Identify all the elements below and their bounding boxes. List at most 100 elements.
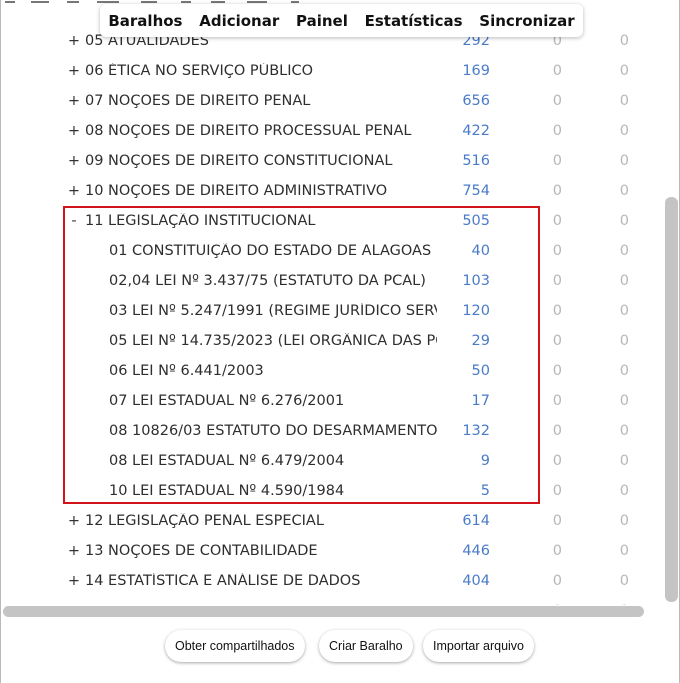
count-learn: 0: [552, 453, 562, 469]
nav-stats[interactable]: Estatísticas: [359, 8, 469, 34]
deck-row[interactable]: + 08 NOÇÕES DE DIREITO PROCESSUAL PENAL …: [1, 117, 666, 147]
deck-browser-window: Baralhos Adicionar Painel Estatísticas S…: [0, 0, 680, 683]
count-due: 0: [619, 513, 629, 529]
count-new[interactable]: 656: [430, 93, 490, 109]
count-new[interactable]: 516: [430, 153, 490, 169]
subdeck-name[interactable]: 03 LEI Nº 5.247/1991 (REGIME JURÍDICO SE…: [109, 303, 437, 319]
count-due: 0: [619, 543, 629, 559]
expand-toggle[interactable]: +: [67, 63, 81, 79]
subdeck-name[interactable]: 02,04 LEI Nº 3.437/75 (ESTATUTO DA PCAL): [109, 273, 437, 289]
subdeck-name[interactable]: 06 LEI Nº 6.441/2003: [109, 363, 437, 379]
count-new[interactable]: 422: [430, 123, 490, 139]
subdeck-row[interactable]: 05 LEI Nº 14.735/2023 (LEI ORGÂNICA DAS …: [1, 327, 666, 357]
count-learn: 0: [552, 423, 562, 439]
subdeck-name[interactable]: 07 LEI ESTADUAL Nº 6.276/2001: [109, 393, 437, 409]
count-new[interactable]: 5: [430, 483, 490, 499]
count-new[interactable]: 17: [430, 393, 490, 409]
count-learn: 0: [552, 63, 562, 79]
subdeck-row[interactable]: 10 LEI ESTADUAL Nº 4.590/1984 5 0 0: [1, 477, 666, 507]
deck-name[interactable]: 09 NOÇÕES DE DIREITO CONSTITUCIONAL: [85, 153, 437, 169]
count-learn: 0: [552, 243, 562, 259]
subdeck-name[interactable]: 10 LEI ESTADUAL Nº 4.590/1984: [109, 483, 437, 499]
subdeck-row[interactable]: 08 LEI ESTADUAL Nº 6.479/2004 9 0 0: [1, 447, 666, 477]
get-shared-button[interactable]: Obter compartilhados: [165, 630, 305, 662]
count-new[interactable]: 446: [430, 543, 490, 559]
count-new[interactable]: 132: [430, 423, 490, 439]
count-new[interactable]: 50: [430, 363, 490, 379]
deck-name[interactable]: 07 NOÇÕES DE DIREITO PENAL: [85, 93, 437, 109]
deck-row[interactable]: + 12 LEGISLAÇÃO PENAL ESPECIAL 614 0 0: [1, 507, 666, 537]
deck-row[interactable]: + 06 ÉTICA NO SERVIÇO PÚBLICO 169 0 0: [1, 57, 666, 87]
count-due: 0: [619, 213, 629, 229]
count-due: 0: [619, 273, 629, 289]
expand-toggle[interactable]: +: [67, 93, 81, 109]
expand-toggle[interactable]: +: [67, 573, 81, 589]
deck-row[interactable]: + 10 NOÇÕES DE DIREITO ADMINISTRATIVO 75…: [1, 177, 666, 207]
count-learn: 0: [552, 153, 562, 169]
count-new[interactable]: 40: [430, 243, 490, 259]
count-due: 0: [619, 483, 629, 499]
count-new[interactable]: 614: [430, 513, 490, 529]
horizontal-scrollbar[interactable]: [3, 606, 644, 617]
count-new[interactable]: 9: [430, 453, 490, 469]
subdeck-row[interactable]: 07 LEI ESTADUAL Nº 6.276/2001 17 0 0: [1, 387, 666, 417]
subdeck-name[interactable]: 01 CONSTITUIÇÃO DO ESTADO DE ALAGOAS: [109, 243, 437, 259]
expand-toggle[interactable]: +: [67, 123, 81, 139]
deck-row[interactable]: + 09 NOÇÕES DE DIREITO CONSTITUCIONAL 51…: [1, 147, 666, 177]
expand-toggle[interactable]: +: [67, 183, 81, 199]
count-new[interactable]: 404: [430, 573, 490, 589]
expand-toggle[interactable]: +: [67, 543, 81, 559]
count-new[interactable]: 103: [430, 273, 490, 289]
count-due: 0: [619, 393, 629, 409]
deck-row-expanded[interactable]: - 11 LEGISLAÇÃO INSTITUCIONAL 505 0 0: [1, 207, 666, 237]
deck-name[interactable]: 06 ÉTICA NO SERVIÇO PÚBLICO: [85, 63, 437, 79]
subdeck-row[interactable]: 02,04 LEI Nº 3.437/75 (ESTATUTO DA PCAL)…: [1, 267, 666, 297]
nav-decks[interactable]: Baralhos: [102, 8, 188, 34]
subdeck-name[interactable]: 05 LEI Nº 14.735/2023 (LEI ORGÂNICA DAS …: [109, 333, 437, 349]
count-learn: 0: [552, 513, 562, 529]
count-due: 0: [619, 33, 629, 49]
subdeck-name[interactable]: 08 10826/03 ESTATUTO DO DESARMAMENTO: [109, 423, 437, 439]
count-new[interactable]: 29: [430, 333, 490, 349]
deck-row[interactable]: + 14 ESTATÍSTICA E ANÁLISE DE DADOS 404 …: [1, 567, 666, 597]
deck-name[interactable]: 12 LEGISLAÇÃO PENAL ESPECIAL: [85, 513, 437, 529]
collapse-toggle[interactable]: -: [67, 213, 81, 229]
expand-toggle[interactable]: +: [67, 33, 81, 49]
count-new[interactable]: 505: [430, 213, 490, 229]
expand-toggle[interactable]: +: [67, 603, 81, 605]
create-deck-button[interactable]: Criar Baralho: [319, 630, 413, 662]
deck-name[interactable]: 10 NOÇÕES DE DIREITO ADMINISTRATIVO: [85, 183, 437, 199]
vertical-scrollbar[interactable]: [665, 197, 678, 602]
count-due: 0: [589, 603, 629, 605]
expand-toggle[interactable]: +: [67, 153, 81, 169]
count-due: 0: [619, 153, 629, 169]
nav-add[interactable]: Adicionar: [193, 8, 285, 34]
nav-sync[interactable]: Sincronizar: [473, 8, 580, 34]
count-due: 0: [619, 93, 629, 109]
count-due: 0: [619, 573, 629, 589]
deck-name[interactable]: 11 LEGISLAÇÃO INSTITUCIONAL: [85, 213, 437, 229]
count-due: 0: [619, 123, 629, 139]
bottom-toolbar: Obter compartilhados Criar Baralho Impor…: [1, 630, 679, 666]
subdeck-row[interactable]: 08 10826/03 ESTATUTO DO DESARMAMENTO 132…: [1, 417, 666, 447]
deck-name[interactable]: 13 NOÇÕES DE CONTABILIDADE: [85, 543, 437, 559]
count-new[interactable]: 754: [430, 183, 490, 199]
subdeck-row[interactable]: 03 LEI Nº 5.247/1991 (REGIME JURÍDICO SE…: [1, 297, 666, 327]
count-new[interactable]: 169: [430, 63, 490, 79]
import-file-button[interactable]: Importar arquivo: [423, 630, 535, 662]
deck-name[interactable]: 14 ESTATÍSTICA E ANÁLISE DE DADOS: [85, 573, 437, 589]
subdeck-row[interactable]: 01 CONSTITUIÇÃO DO ESTADO DE ALAGOAS 40 …: [1, 237, 666, 267]
count-learn: 0: [552, 303, 562, 319]
count-learn: 0: [552, 123, 562, 139]
expand-toggle[interactable]: +: [67, 513, 81, 529]
deck-row[interactable]: + 0 0: [1, 597, 666, 605]
subdeck-row[interactable]: 06 LEI Nº 6.441/2003 50 0 0: [1, 357, 666, 387]
nav-panel[interactable]: Painel: [290, 8, 354, 34]
deck-name[interactable]: 08 NOÇÕES DE DIREITO PROCESSUAL PENAL: [85, 123, 437, 139]
deck-row[interactable]: + 07 NOÇÕES DE DIREITO PENAL 656 0 0: [1, 87, 666, 117]
count-due: 0: [619, 303, 629, 319]
count-learn: 0: [552, 393, 562, 409]
subdeck-name[interactable]: 08 LEI ESTADUAL Nº 6.479/2004: [109, 453, 437, 469]
deck-row[interactable]: + 13 NOÇÕES DE CONTABILIDADE 446 0 0: [1, 537, 666, 567]
count-new[interactable]: 120: [430, 303, 490, 319]
